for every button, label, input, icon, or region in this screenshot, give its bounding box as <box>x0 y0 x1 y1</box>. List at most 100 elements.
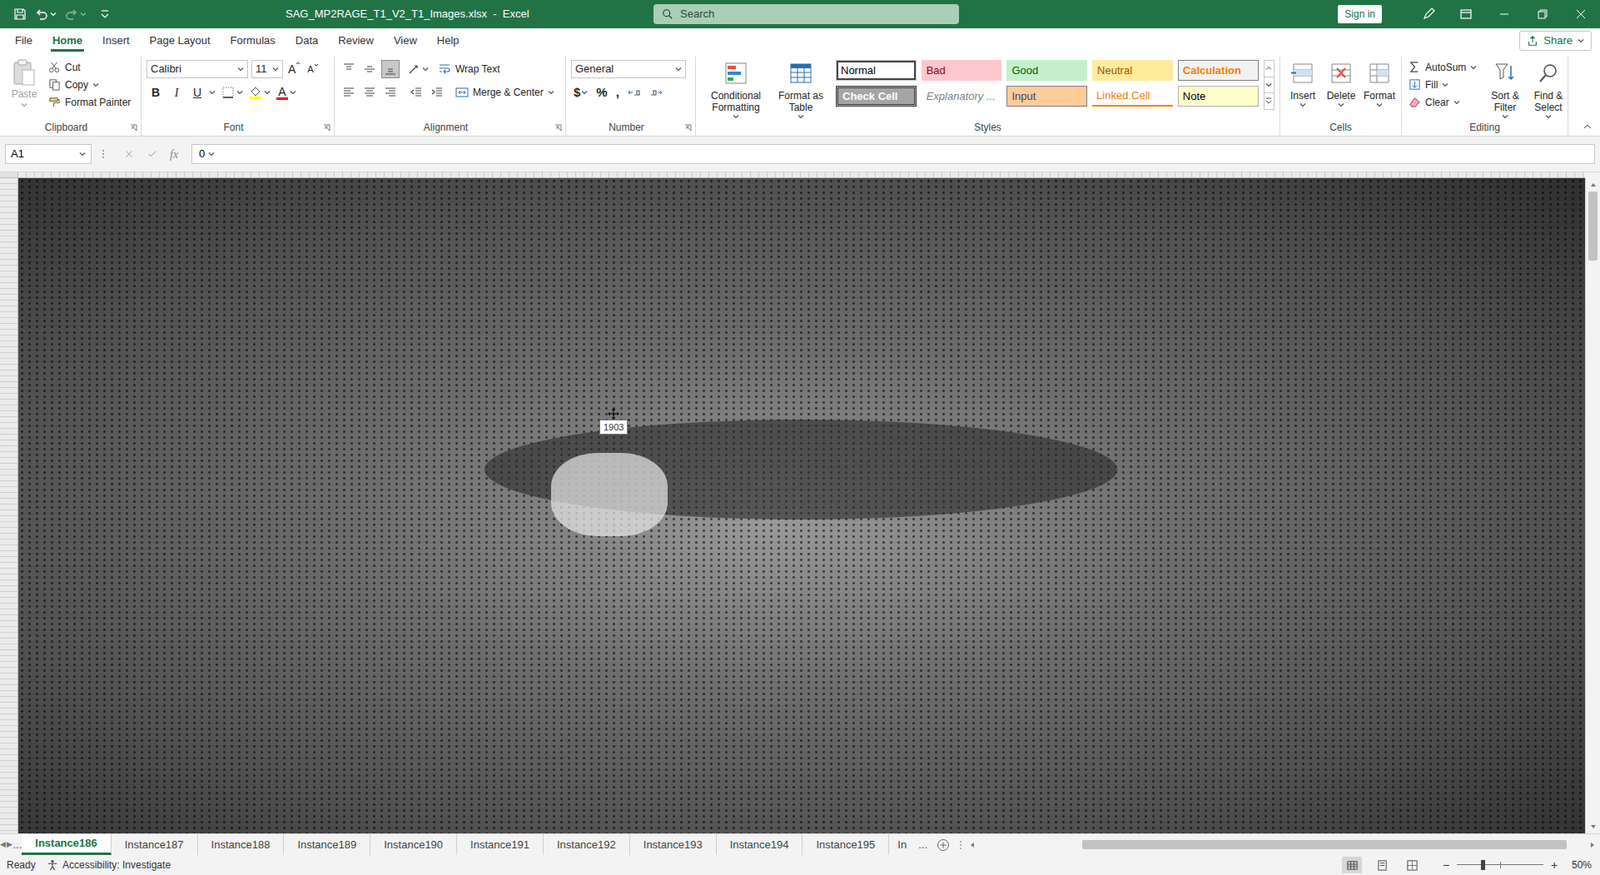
vertical-align-button[interactable] <box>339 59 358 79</box>
sheet-tab[interactable]: Instance188 <box>198 834 285 855</box>
indent-button[interactable] <box>427 83 447 102</box>
grow-font-button[interactable]: A <box>286 60 303 79</box>
decimal-button[interactable] <box>625 83 644 102</box>
more-sheets-right[interactable]: ... <box>914 834 931 855</box>
wrap-text-button[interactable]: Wrap Text <box>437 61 501 77</box>
select-all-corner[interactable] <box>0 172 19 179</box>
zoom-in-button[interactable]: + <box>1548 856 1561 875</box>
horizontal-align-button[interactable] <box>381 83 400 102</box>
previous-sheet-button[interactable]: ◀ <box>0 834 7 855</box>
formula-input[interactable]: 0 <box>191 144 1596 164</box>
view-button[interactable] <box>1401 856 1422 874</box>
cell-style[interactable]: Calculation <box>1177 59 1259 81</box>
sheet-tab[interactable]: Instance193 <box>630 834 717 855</box>
number-format-button[interactable]: , <box>613 83 622 102</box>
sheet-tab[interactable]: Instance194 <box>716 834 804 855</box>
accessibility-button[interactable]: Accessibility: Investigate <box>46 857 171 873</box>
font-style-button[interactable]: U <box>188 83 207 102</box>
sheet-tab[interactable]: Instance187 <box>111 834 199 855</box>
ribbon-tab[interactable]: Data <box>285 28 328 54</box>
vertical-align-button[interactable] <box>381 59 400 79</box>
cell-style[interactable]: Explanatory ... <box>921 85 1003 107</box>
cell-style[interactable]: Normal <box>835 59 917 81</box>
sign-in-button[interactable]: Sign in <box>1337 4 1382 24</box>
ribbon-tab[interactable]: Insert <box>92 28 140 54</box>
number-format-button[interactable]: $ <box>571 83 591 102</box>
cell-style[interactable]: Neutral <box>1092 59 1173 81</box>
search-box[interactable] <box>653 4 960 25</box>
name-box[interactable]: A1 <box>4 144 92 164</box>
cells-button[interactable]: Insert <box>1285 56 1321 120</box>
zoom-thumb[interactable] <box>1480 859 1486 870</box>
zoom-out-button[interactable]: − <box>1440 856 1452 875</box>
scroll-thumb[interactable] <box>1082 839 1567 850</box>
cells-button[interactable]: Delete <box>1323 56 1359 120</box>
clipboard-action[interactable]: Cut <box>46 58 133 76</box>
sheet-tab[interactable]: Instance190 <box>370 834 458 855</box>
indent-button[interactable] <box>407 83 426 102</box>
number-format-button[interactable]: % <box>593 83 610 102</box>
wrap-text-icon <box>437 62 452 76</box>
scroll-thumb[interactable] <box>1588 191 1598 261</box>
orientation-button[interactable] <box>407 62 429 76</box>
conditional-formatting-button-label: Conditional Formatting <box>700 89 771 114</box>
font-style-button[interactable]: I <box>167 83 186 102</box>
shrink-font-button[interactable]: A <box>305 62 320 77</box>
borders-button[interactable] <box>221 85 244 100</box>
sheet-tab[interactable]: In <box>889 834 915 855</box>
clipboard-action[interactable]: Format Painter <box>46 93 133 111</box>
sort-filter-button[interactable]: Sort & Filter <box>1485 56 1526 120</box>
editing-action[interactable]: AutoSum <box>1406 58 1482 76</box>
sheet-tab[interactable]: Instance189 <box>283 834 371 855</box>
cell-style[interactable]: Check Cell <box>835 85 917 107</box>
redo-button[interactable] <box>64 7 87 21</box>
zoom-slider[interactable] <box>1456 859 1544 871</box>
editing-action[interactable]: Clear <box>1406 93 1482 111</box>
horizontal-align-button[interactable] <box>339 83 358 102</box>
font-size-box[interactable]: 11 <box>251 59 284 79</box>
merge-center-button[interactable]: Merge & Center <box>455 84 555 100</box>
find-select-button[interactable]: Find & Select <box>1528 56 1569 120</box>
cell-style[interactable]: Bad <box>921 59 1003 81</box>
view-button[interactable] <box>1341 856 1362 874</box>
undo-button[interactable] <box>34 7 57 21</box>
number-format-box[interactable]: General <box>571 59 686 79</box>
cells-button[interactable]: Format <box>1361 56 1397 120</box>
fill-color-button[interactable] <box>248 85 271 100</box>
share-button[interactable]: Share <box>1519 30 1592 51</box>
share-icon <box>1526 34 1539 47</box>
ribbon-tab[interactable]: View <box>383 28 428 54</box>
ribbon-tab[interactable]: Page Layout <box>139 28 221 54</box>
sheet-tab[interactable]: Instance186 <box>21 834 111 855</box>
font-name-box[interactable]: Calibri <box>146 59 249 79</box>
format-as-table-button[interactable]: Format as Table <box>774 56 828 120</box>
clipboard-action[interactable]: Copy <box>46 75 133 94</box>
horizontal-scrollbar[interactable] <box>965 834 1600 855</box>
cell-style[interactable]: Linked Cell <box>1092 85 1173 107</box>
ribbon-tab[interactable]: Formulas <box>220 28 286 54</box>
cell-style[interactable]: Good <box>1006 59 1088 81</box>
ribbon-tab[interactable]: File <box>4 28 43 54</box>
sheet-tab[interactable]: Instance192 <box>543 834 631 855</box>
horizontal-align-button[interactable] <box>360 83 379 102</box>
sheet-tab[interactable]: Instance195 <box>802 834 890 855</box>
conditional-formatting-button[interactable]: Conditional Formatting <box>700 56 771 120</box>
font-color-button[interactable]: A <box>276 85 297 100</box>
vertical-scrollbar[interactable] <box>1585 178 1600 834</box>
cell-style[interactable]: Input <box>1006 85 1088 107</box>
next-sheet-button[interactable]: ▶ <box>6 834 14 855</box>
decimal-button[interactable] <box>646 83 666 102</box>
ribbon-tab[interactable]: Home <box>42 28 93 54</box>
font-style-button[interactable]: B <box>146 83 165 102</box>
paste-button[interactable]: Paste <box>4 56 44 120</box>
ribbon-tab[interactable]: Help <box>427 28 470 54</box>
vertical-align-button[interactable] <box>360 59 379 79</box>
cell-style[interactable]: Note <box>1177 85 1259 107</box>
ribbon-tab[interactable]: Review <box>327 28 384 54</box>
more-sheets-left[interactable]: ... <box>12 834 22 855</box>
view-button[interactable] <box>1371 856 1392 874</box>
sheet-tab[interactable]: Instance191 <box>457 834 544 855</box>
search-input[interactable] <box>680 5 951 23</box>
insert-function-button[interactable]: fx <box>169 145 179 164</box>
editing-action[interactable]: Fill <box>1406 75 1482 94</box>
